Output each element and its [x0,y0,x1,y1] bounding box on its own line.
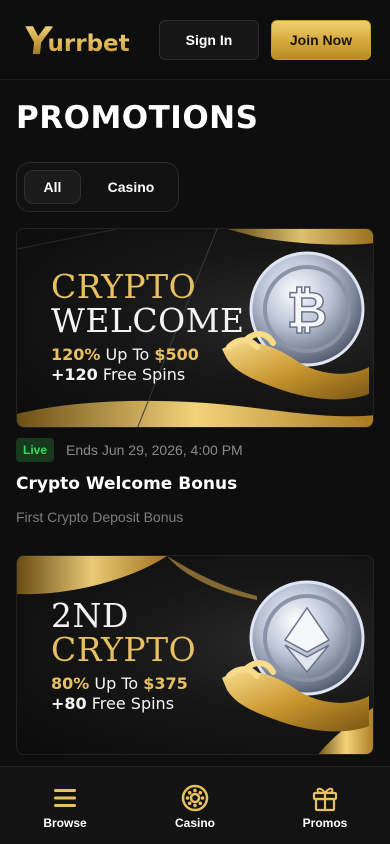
nav-promos-label: Promos [302,816,348,830]
nav-casino-label: Casino [174,816,215,830]
banner-headline-2: CRYPTO [51,630,197,669]
gift-icon [311,784,339,812]
logo-initial: Y [21,19,53,63]
live-status-badge: Live [16,438,55,462]
roulette-icon [181,784,209,812]
promo-card[interactable]: 2ND CRYPTO 80% Up To $375 +80 Free Spins [16,555,374,755]
join-now-button[interactable]: Join Now [271,20,371,60]
banner-headline-1: CRYPTO [51,267,197,306]
filter-all-tab[interactable]: All [24,170,81,204]
sign-in-button[interactable]: Sign In [159,20,259,60]
bottom-navigation: Browse Casino Promos [0,766,390,844]
promo-banner-2nd-crypto[interactable]: 2ND CRYPTO 80% Up To $375 +80 Free Spins [16,555,374,755]
promo-meta: Live Ends Jun 29, 2026, 4:00 PM [16,438,243,462]
yurrbet-logo[interactable]: Y urrbet [21,19,130,63]
banner-offer-amount: 120% Up To $500 [51,345,199,364]
banner-offer-spins: +120 Free Spins [51,365,186,384]
promo-card[interactable]: ₿ CRYPTO WELCOME 120% Up To $500 +120 Fr… [16,228,374,538]
nav-browse-label: Browse [43,816,87,830]
banner-headline-2: WELCOME [51,301,245,340]
filter-casino-tab[interactable]: Casino [91,170,171,204]
banner-headline-1: 2ND [51,596,129,635]
promo-title[interactable]: Crypto Welcome Bonus [16,474,237,494]
nav-browse[interactable]: Browse [0,767,130,844]
nav-promos[interactable]: Promos [260,767,390,844]
menu-icon [51,784,79,812]
top-header: Y urrbet Sign In Join Now [0,0,390,80]
promo-subtitle: First Crypto Deposit Bonus [16,509,184,525]
promo-banner-crypto-welcome[interactable]: ₿ CRYPTO WELCOME 120% Up To $500 +120 Fr… [16,228,374,428]
promo-filter-tabs: All Casino [16,162,179,212]
svg-text:₿: ₿ [287,281,328,339]
nav-casino[interactable]: Casino [130,767,260,844]
banner-offer-spins: +80 Free Spins [51,694,175,713]
promo-end-date: Ends Jun 29, 2026, 4:00 PM [66,442,243,458]
page-title: PROMOTIONS [16,100,259,136]
banner-offer-amount: 80% Up To $375 [51,674,188,693]
logo-wordmark: urrbet [47,31,130,57]
